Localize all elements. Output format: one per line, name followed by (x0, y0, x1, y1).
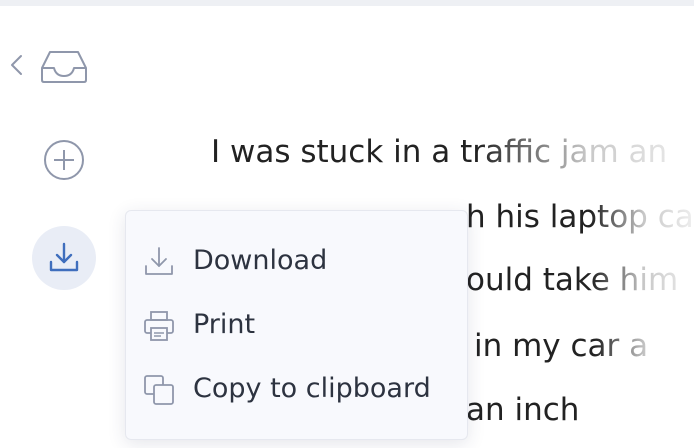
download-icon (49, 242, 79, 272)
menu-item-label: Download (193, 245, 328, 276)
download-button[interactable] (32, 226, 96, 290)
document-line: an inch (466, 390, 694, 430)
menu-item-print[interactable]: Print (126, 293, 467, 355)
inbox-icon[interactable] (38, 46, 90, 86)
plus-circle-icon[interactable] (40, 136, 88, 184)
document-line: ould take him (466, 260, 694, 300)
document-line: I was stuck in a traffic jam an (211, 132, 694, 172)
printer-icon (144, 311, 174, 341)
document-line: h his laptop ca (466, 199, 694, 235)
chevron-left-icon[interactable] (6, 52, 26, 78)
menu-item-copy-to-clipboard[interactable]: Copy to clipboard (126, 357, 467, 419)
menu-item-label: Copy to clipboard (193, 373, 431, 404)
document-line: in my car a (474, 326, 694, 366)
copy-icon (144, 375, 174, 405)
top-strip (0, 0, 694, 6)
download-menu: Download Print Copy to clipboard (125, 210, 468, 440)
menu-item-download[interactable]: Download (126, 229, 467, 291)
menu-item-label: Print (193, 309, 256, 340)
download-icon (145, 247, 173, 275)
